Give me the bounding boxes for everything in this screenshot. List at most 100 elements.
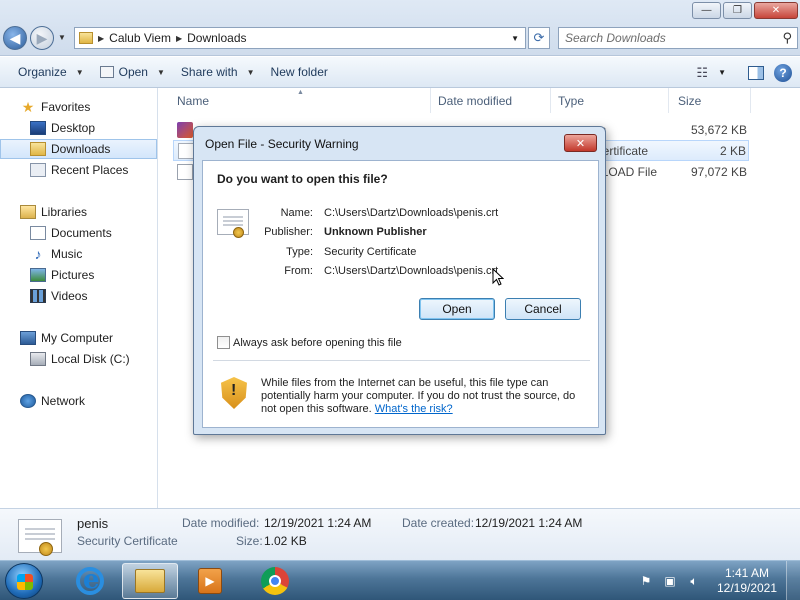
forward-button[interactable]: ▶ (30, 26, 54, 50)
nav-recent-places[interactable]: Recent Places (0, 160, 157, 180)
address-bar[interactable]: ▶ Calub Viem ▶ Downloads ▼ (74, 27, 526, 49)
taskbar-windows-explorer[interactable] (122, 563, 178, 599)
organize-label: Organize (18, 65, 67, 79)
details-size: 1.02 KB (264, 534, 307, 548)
column-label: Type (558, 93, 585, 108)
details-date-created: 12/19/2021 1:24 AM (475, 516, 583, 530)
taskbar-internet-explorer[interactable] (62, 563, 118, 599)
blank-file-icon (177, 163, 193, 180)
maximize-button[interactable]: ❐ (723, 2, 752, 19)
dialog-close-button[interactable]: ✕ (564, 134, 597, 152)
back-button[interactable]: ◀ (3, 26, 27, 50)
from-label: From: (284, 265, 313, 277)
hard-disk-icon (30, 352, 46, 366)
mouse-cursor-icon (492, 268, 504, 286)
breadcrumb-item[interactable]: Downloads (187, 31, 246, 45)
documents-icon (30, 226, 46, 240)
name-value: C:\Users\Dartz\Downloads\penis.crt (324, 207, 499, 219)
media-player-icon: ▶ (198, 568, 222, 594)
details-date-modified: 12/19/2021 1:24 AM (264, 516, 372, 530)
always-ask-label: Always ask before opening this file (233, 337, 402, 349)
name-label: Name: (280, 207, 313, 219)
type-value: Security Certificate (324, 246, 417, 258)
breadcrumb-separator-icon: ▶ (175, 33, 183, 43)
new-folder-label: New folder (270, 65, 328, 79)
file-size: 53,672 KB (690, 122, 747, 137)
column-header-size[interactable]: Size (669, 88, 751, 113)
refresh-icon: ⟳ (533, 30, 545, 45)
cancel-button[interactable]: Cancel (505, 298, 581, 320)
nav-desktop[interactable]: Desktop (0, 118, 157, 138)
minimize-button[interactable]: — (692, 2, 721, 19)
column-header-date-modified[interactable]: Date modified (431, 88, 551, 113)
address-dropdown-icon[interactable]: ▼ (511, 34, 519, 43)
navigation-pane: ★ Favorites Desktop Downloads Recent Plac… (0, 88, 158, 508)
nav-label: Favorites (41, 100, 91, 114)
chevron-down-icon[interactable]: ▼ (718, 68, 726, 77)
close-window-button[interactable]: ✕ (754, 2, 798, 19)
libraries-icon (20, 205, 36, 219)
breadcrumb-item[interactable]: Calub Viem (109, 31, 171, 45)
action-center-flag-icon[interactable]: ⚑ (638, 573, 654, 589)
column-header-type[interactable]: Type (551, 88, 669, 113)
taskbar-chrome[interactable] (247, 563, 303, 599)
open-menu[interactable]: Open ▼ (92, 57, 173, 87)
share-with-menu[interactable]: Share with ▼ (173, 57, 263, 87)
windows-logo-icon (17, 574, 33, 590)
chevron-down-icon: ▼ (246, 67, 255, 77)
nav-downloads[interactable]: Downloads (0, 139, 157, 159)
nav-favorites[interactable]: ★ Favorites (0, 97, 157, 117)
volume-icon[interactable]: 🔈︎ (686, 573, 702, 589)
search-icon[interactable]: ⚲ (782, 30, 792, 46)
taskbar-media-player[interactable]: ▶ (182, 563, 238, 599)
share-with-label: Share with (180, 65, 238, 79)
nav-videos[interactable]: Videos (0, 286, 157, 306)
nav-label: Downloads (51, 142, 111, 156)
refresh-button[interactable]: ⟳ (528, 27, 550, 49)
publisher-label: Publisher: (264, 226, 313, 238)
dialog-separator (213, 360, 590, 361)
system-tray: ⚑ ▣ 🔈︎ 1:41 AM 12/19/2021 (634, 561, 800, 600)
dialog-title: Open File - Security Warning (205, 137, 359, 151)
open-label: Open (118, 65, 148, 79)
downloads-folder-icon (30, 142, 46, 156)
nav-label: Local Disk (C:) (51, 352, 130, 366)
column-label: Name (177, 93, 210, 108)
open-program-icon (99, 66, 114, 78)
explorer-titlebar: — ❐ ✕ ◀ ▶ ▼ ▶ Calub Viem ▶ Downloads ▼ ⟳… (0, 0, 800, 56)
network-icon (20, 394, 36, 408)
whats-the-risk-link[interactable]: What's the risk? (375, 403, 453, 415)
start-button[interactable] (5, 563, 43, 599)
nav-pictures[interactable]: Pictures (0, 265, 157, 285)
arrow-left-icon: ◀ (9, 29, 21, 46)
nav-local-disk[interactable]: Local Disk (C:) (0, 349, 157, 369)
always-ask-checkbox[interactable] (217, 336, 230, 349)
column-header-name[interactable]: Name (159, 88, 431, 113)
nav-network[interactable]: Network (0, 391, 157, 411)
clock[interactable]: 1:41 AM 12/19/2021 (712, 566, 782, 596)
nav-libraries[interactable]: Libraries (0, 202, 157, 222)
new-folder-button[interactable]: New folder (263, 57, 336, 87)
application-icon (177, 121, 193, 138)
recent-pages-dropdown[interactable]: ▼ (58, 33, 66, 42)
details-file-name: penis (77, 516, 109, 531)
help-icon[interactable]: ? (774, 63, 792, 82)
videos-icon (30, 289, 46, 303)
network-tray-icon[interactable]: ▣ (662, 573, 678, 589)
open-button[interactable]: Open (419, 298, 495, 320)
organize-menu[interactable]: Organize ▼ (0, 57, 92, 87)
preview-pane-icon[interactable] (748, 65, 764, 80)
nav-my-computer[interactable]: My Computer (0, 328, 157, 348)
windows-explorer-icon (135, 569, 165, 593)
search-placeholder: Search Downloads (565, 31, 666, 45)
nav-music[interactable]: ♪ Music (0, 244, 157, 264)
show-desktop-button[interactable] (786, 561, 800, 600)
clock-date: 12/19/2021 (716, 581, 778, 595)
nav-documents[interactable]: Documents (0, 223, 157, 243)
nav-label: Videos (51, 289, 88, 303)
view-options-icon[interactable]: ☷ (696, 65, 708, 81)
nav-label: Network (41, 394, 86, 408)
type-label: Type: (286, 246, 313, 258)
search-input[interactable]: Search Downloads ⚲ (558, 27, 798, 49)
nav-label: Music (51, 247, 83, 261)
